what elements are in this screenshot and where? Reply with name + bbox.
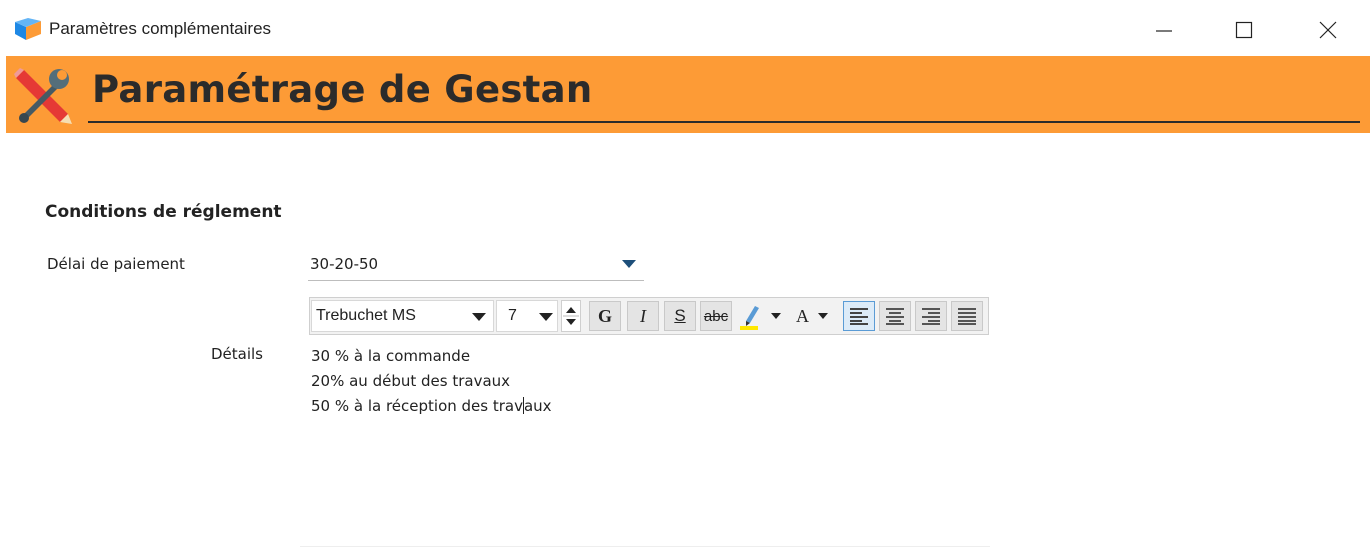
header-divider xyxy=(88,121,1360,123)
underline-button[interactable]: S xyxy=(664,301,696,331)
bold-button[interactable]: G xyxy=(589,301,621,331)
font-color-button[interactable]: A xyxy=(796,301,840,331)
details-line: 30 % à la commande xyxy=(311,347,471,365)
align-center-button[interactable] xyxy=(879,301,911,331)
close-icon xyxy=(1319,21,1337,39)
underline-label: S xyxy=(674,306,686,325)
font-color-dropdown-icon[interactable] xyxy=(818,313,828,319)
details-line-after-caret: aux xyxy=(523,397,552,415)
font-size-value: 7 xyxy=(508,307,517,324)
italic-button[interactable]: I xyxy=(627,301,659,331)
font-size-spinner[interactable] xyxy=(561,300,581,332)
tools-icon xyxy=(14,68,72,124)
highlight-color-button[interactable] xyxy=(737,301,785,331)
app-logo-icon xyxy=(15,18,41,40)
chevron-down-icon[interactable] xyxy=(622,260,636,268)
minimize-icon xyxy=(1156,30,1172,32)
font-size-dropdown-icon[interactable] xyxy=(539,313,553,321)
details-line: 20% au début des travaux xyxy=(311,372,511,390)
spin-up-down-icon[interactable] xyxy=(562,301,580,331)
close-button[interactable] xyxy=(1305,10,1351,50)
font-family-select[interactable]: Trebuchet MS xyxy=(311,300,494,332)
section-title: Conditions de réglement xyxy=(45,202,282,222)
highlighter-icon xyxy=(740,306,759,330)
window-title: Paramètres complémentaires xyxy=(49,19,272,38)
details-line-before-caret: 50 % à la réception des trav xyxy=(311,397,523,415)
font-family-dropdown-icon[interactable] xyxy=(472,313,486,321)
details-text-editor[interactable]: 30 % à la commande 20% au début des trav… xyxy=(311,344,552,419)
window-titlebar: Paramètres complémentaires xyxy=(0,0,1371,56)
rich-text-toolbar: Trebuchet MS 7 G I S abc A xyxy=(309,297,989,335)
align-center-icon xyxy=(886,308,904,325)
strikethrough-label: abc xyxy=(703,307,729,325)
payment-delay-value: 30-20-50 xyxy=(310,255,379,273)
details-label: Détails xyxy=(211,345,264,363)
page-title: Paramétrage de Gestan xyxy=(92,68,593,111)
payment-delay-label: Délai de paiement xyxy=(47,255,185,273)
align-left-button[interactable] xyxy=(843,301,875,331)
payment-delay-select[interactable]: 30-20-50 xyxy=(308,251,644,281)
font-size-select[interactable]: 7 xyxy=(496,300,558,332)
font-family-value: Trebuchet MS xyxy=(316,307,416,324)
align-justify-button[interactable] xyxy=(951,301,983,331)
align-left-icon xyxy=(850,308,868,325)
align-right-icon xyxy=(922,308,940,325)
italic-label: I xyxy=(640,305,646,326)
maximize-icon xyxy=(1235,21,1253,39)
align-justify-icon xyxy=(958,308,976,325)
minimize-button[interactable] xyxy=(1141,10,1187,50)
editor-bottom-border xyxy=(300,546,990,547)
maximize-button[interactable] xyxy=(1221,10,1267,50)
strikethrough-button[interactable]: abc xyxy=(700,301,732,331)
align-right-button[interactable] xyxy=(915,301,947,331)
highlight-dropdown-icon[interactable] xyxy=(771,313,781,319)
details-line: 50 % à la réception des travaux xyxy=(311,394,552,419)
font-color-label: A xyxy=(796,305,809,326)
bold-label: G xyxy=(597,305,612,326)
header-banner: Paramétrage de Gestan xyxy=(6,56,1370,133)
